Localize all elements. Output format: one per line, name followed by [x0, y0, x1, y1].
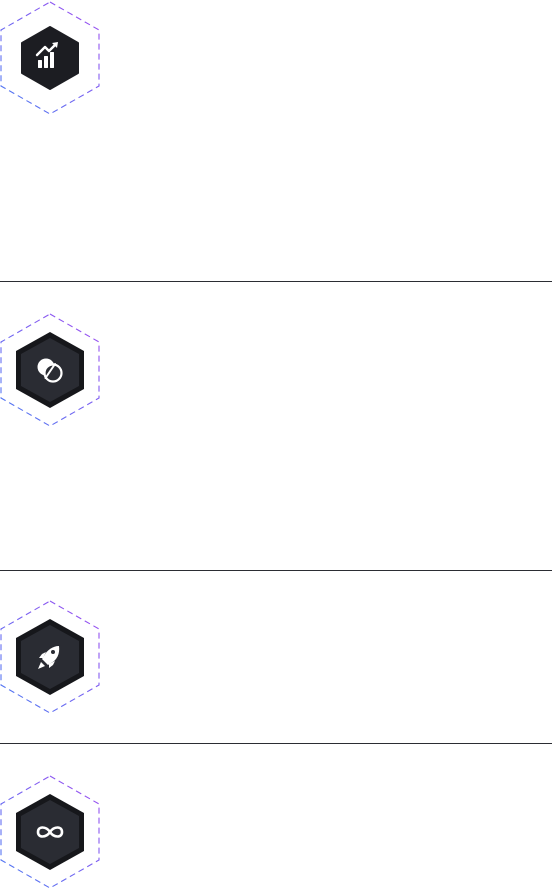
hex-badge: [0, 312, 102, 428]
feature-blend: [0, 282, 552, 570]
hex-badge: [0, 599, 102, 715]
feature-growth: [0, 0, 552, 281]
hex-badge: [0, 0, 102, 116]
feature-infinite: [0, 744, 552, 889]
hex-badge: [0, 774, 102, 890]
feature-launch: [0, 571, 552, 743]
